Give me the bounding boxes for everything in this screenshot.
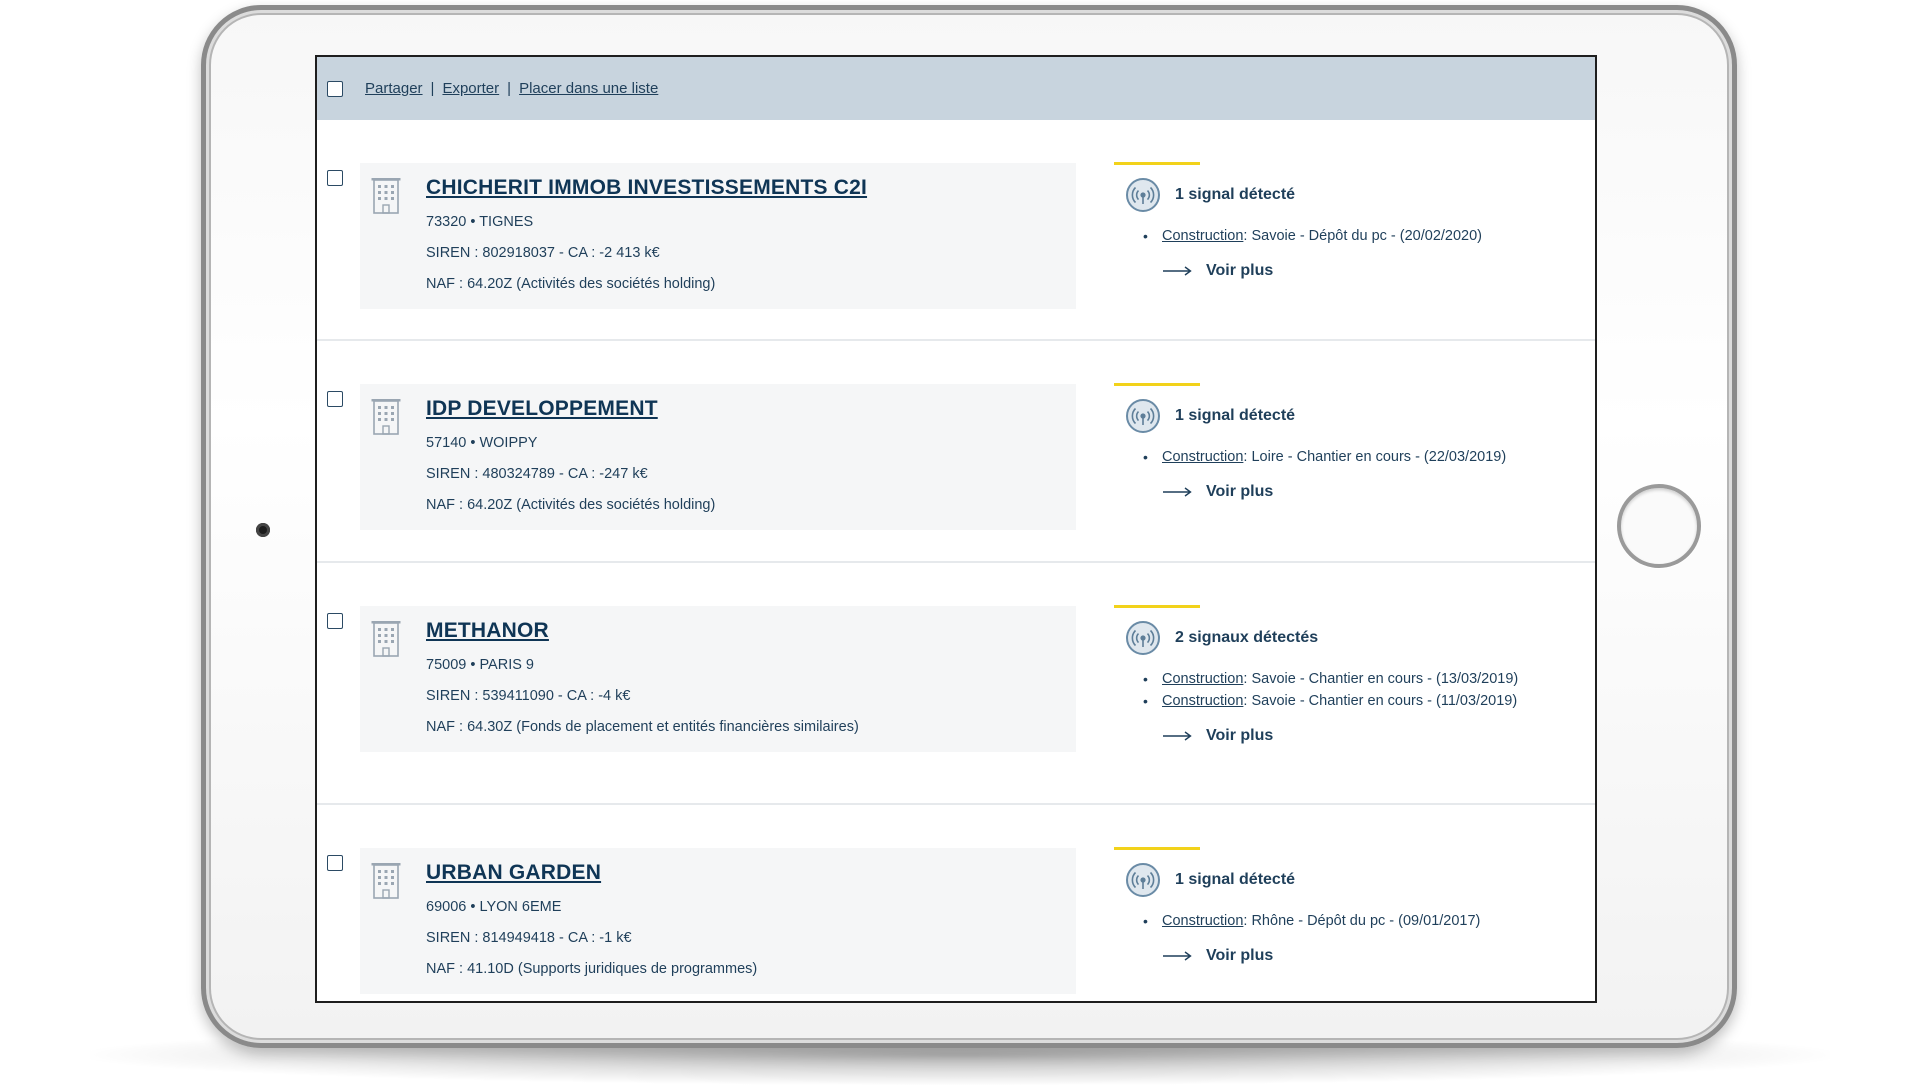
- voir-plus-label: Voir plus: [1206, 947, 1274, 964]
- signals-panel: 1 signal détecté Construction: Loire - C…: [1114, 383, 1574, 533]
- company-name-link[interactable]: URBAN GARDEN: [426, 861, 601, 885]
- result-checkbox[interactable]: [327, 855, 343, 871]
- company-location: 75009 • PARIS 9: [426, 657, 534, 673]
- result-row: IDP DEVELOPPEMENT 57140 • WOIPPY SIREN :…: [317, 341, 1595, 563]
- signal-item: Construction: Loire - Chantier en cours …: [1143, 449, 1507, 465]
- results-toolbar: Partager | Exporter | Placer dans une li…: [317, 57, 1595, 120]
- company-name-link[interactable]: METHANOR: [426, 619, 549, 643]
- signals-panel: 2 signaux détectés Construction: Savoie …: [1114, 605, 1574, 775]
- signal-category-link[interactable]: Construction: [1162, 913, 1243, 929]
- company-siren: SIREN : 802918037 - CA : -2 413 k€: [426, 245, 660, 261]
- tablet-camera: [256, 523, 270, 537]
- signal-antenna-icon: [1126, 399, 1160, 433]
- company-naf: NAF : 64.20Z (Activités des sociétés hol…: [426, 276, 716, 292]
- signal-item: Construction: Savoie - Chantier en cours…: [1143, 671, 1519, 687]
- voir-plus-label: Voir plus: [1206, 262, 1274, 279]
- result-checkbox[interactable]: [327, 170, 343, 186]
- company-location: 69006 • LYON 6EME: [426, 899, 562, 915]
- company-name-link[interactable]: IDP DEVELOPPEMENT: [426, 397, 658, 421]
- result-row: URBAN GARDEN 69006 • LYON 6EME SIREN : 8…: [317, 805, 1595, 1001]
- voir-plus-link[interactable]: Voir plus: [1162, 727, 1273, 745]
- result-row: METHANOR 75009 • PARIS 9 SIREN : 5394110…: [317, 563, 1595, 805]
- result-checkbox[interactable]: [327, 613, 343, 629]
- signal-detail: : Savoie - Chantier en cours - (13/03/20…: [1243, 671, 1519, 687]
- signal-item: Construction: Rhône - Dépôt du pc - (09/…: [1143, 913, 1481, 929]
- company-card: URBAN GARDEN 69006 • LYON 6EME SIREN : 8…: [360, 848, 1076, 994]
- signal-detail: : Rhône - Dépôt du pc - (09/01/2017): [1243, 913, 1481, 929]
- building-icon: [371, 863, 401, 899]
- signal-count: 1 signal détecté: [1175, 407, 1296, 424]
- arrow-right-icon: [1163, 951, 1192, 961]
- signal-accent-bar: [1114, 383, 1200, 386]
- signal-antenna-icon: [1126, 621, 1160, 655]
- share-link[interactable]: Partager: [365, 80, 423, 97]
- signals-panel: 1 signal détecté Construction: Rhône - D…: [1114, 847, 1574, 997]
- result-row: CHICHERIT IMMOB INVESTISSEMENTS C2I 7332…: [317, 120, 1595, 341]
- building-icon: [371, 621, 401, 657]
- toolbar-separator: |: [430, 80, 435, 97]
- company-siren: SIREN : 539411090 - CA : -4 k€: [426, 688, 631, 704]
- signal-accent-bar: [1114, 162, 1200, 165]
- company-location: 73320 • TIGNES: [426, 214, 534, 230]
- building-icon: [371, 178, 401, 214]
- signal-category-link[interactable]: Construction: [1162, 671, 1243, 687]
- arrow-right-icon: [1163, 266, 1192, 276]
- signal-detail: : Savoie - Chantier en cours - (11/03/20…: [1243, 693, 1518, 709]
- signal-detail: : Loire - Chantier en cours - (22/03/201…: [1243, 449, 1507, 465]
- signal-antenna-icon: [1126, 863, 1160, 897]
- company-naf: NAF : 64.30Z (Fonds de placement et enti…: [426, 719, 859, 735]
- signal-accent-bar: [1114, 847, 1200, 850]
- add-to-list-link[interactable]: Placer dans une liste: [519, 80, 658, 97]
- signal-accent-bar: [1114, 605, 1200, 608]
- signal-detail: : Savoie - Dépôt du pc - (20/02/2020): [1243, 228, 1482, 244]
- result-checkbox[interactable]: [327, 391, 343, 407]
- signal-count: 1 signal détecté: [1175, 871, 1296, 888]
- signal-category-link[interactable]: Construction: [1162, 228, 1243, 244]
- company-name-link[interactable]: CHICHERIT IMMOB INVESTISSEMENTS C2I: [426, 176, 867, 200]
- voir-plus-label: Voir plus: [1206, 727, 1274, 744]
- arrow-right-icon: [1163, 487, 1192, 497]
- company-naf: NAF : 64.20Z (Activités des sociétés hol…: [426, 497, 716, 513]
- tablet-home-button: [1617, 484, 1701, 568]
- signal-item: Construction: Savoie - Dépôt du pc - (20…: [1143, 228, 1482, 244]
- tablet-screen: Partager | Exporter | Placer dans une li…: [315, 55, 1597, 1003]
- signal-count: 2 signaux détectés: [1175, 629, 1319, 646]
- signal-count: 1 signal détecté: [1175, 186, 1296, 203]
- company-naf: NAF : 41.10D (Supports juridiques de pro…: [426, 961, 758, 977]
- company-card: METHANOR 75009 • PARIS 9 SIREN : 5394110…: [360, 606, 1076, 752]
- company-siren: SIREN : 814949418 - CA : -1 k€: [426, 930, 632, 946]
- voir-plus-link[interactable]: Voir plus: [1162, 947, 1273, 965]
- company-card: CHICHERIT IMMOB INVESTISSEMENTS C2I 7332…: [360, 163, 1076, 309]
- select-all-checkbox[interactable]: [327, 80, 343, 97]
- voir-plus-link[interactable]: Voir plus: [1162, 483, 1273, 501]
- signal-category-link[interactable]: Construction: [1162, 449, 1243, 465]
- company-location: 57140 • WOIPPY: [426, 435, 538, 451]
- signal-item: Construction: Savoie - Chantier en cours…: [1143, 693, 1518, 709]
- company-card: IDP DEVELOPPEMENT 57140 • WOIPPY SIREN :…: [360, 384, 1076, 530]
- signals-panel: 1 signal détecté Construction: Savoie - …: [1114, 162, 1574, 312]
- toolbar-separator: |: [507, 80, 512, 97]
- arrow-right-icon: [1163, 731, 1192, 741]
- voir-plus-link[interactable]: Voir plus: [1162, 262, 1273, 280]
- signal-category-link[interactable]: Construction: [1162, 693, 1243, 709]
- voir-plus-label: Voir plus: [1206, 483, 1274, 500]
- export-link[interactable]: Exporter: [442, 80, 499, 97]
- building-icon: [371, 399, 401, 435]
- company-siren: SIREN : 480324789 - CA : -247 k€: [426, 466, 648, 482]
- signal-antenna-icon: [1126, 178, 1160, 212]
